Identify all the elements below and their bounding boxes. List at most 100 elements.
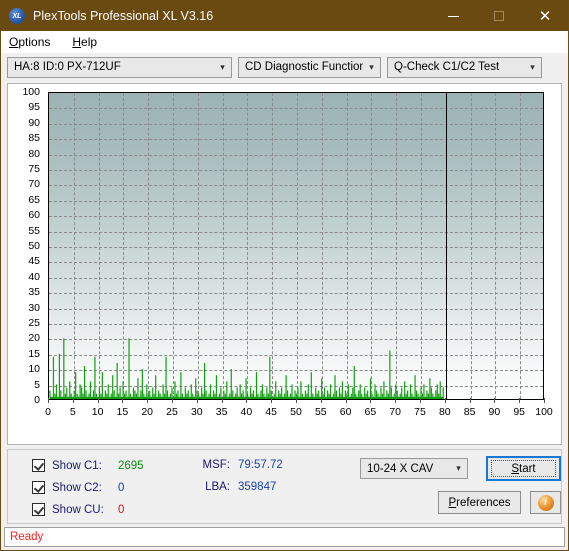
show-cu-checkbox[interactable] <box>32 503 45 516</box>
x-tick-label: 20 <box>141 406 154 418</box>
chevron-down-icon: ▾ <box>220 61 225 72</box>
minimize-icon <box>447 15 459 17</box>
preferences-button[interactable]: Preferences <box>438 491 521 514</box>
y-tick-label: 30 <box>28 301 40 314</box>
x-tick-label: 100 <box>535 406 553 418</box>
x-tick-mark <box>271 398 273 403</box>
title-bar: XL PlexTools Professional XL V3.16 ✕ <box>1 1 568 31</box>
speed-select-value: 10-24 X CAV <box>367 462 434 475</box>
x-tick-label: 65 <box>364 406 377 418</box>
x-tick-label: 90 <box>488 406 501 418</box>
x-tick-mark <box>221 398 223 403</box>
x-tick-label: 45 <box>265 406 278 418</box>
function-select-value: CD Diagnostic Functions <box>245 61 363 73</box>
x-tick-label: 30 <box>190 406 203 418</box>
x-tick-mark <box>122 398 124 403</box>
menu-bar: Options Help <box>1 31 568 53</box>
x-tick-label: 60 <box>339 406 352 418</box>
status-bar: Ready <box>4 527 565 547</box>
test-select[interactable]: Q-Check C1/C2 Test ▾ <box>387 56 542 78</box>
start-button[interactable]: Start <box>486 456 561 481</box>
series-c1 <box>49 338 444 399</box>
application-window: XL PlexTools Professional XL V3.16 ✕ Opt… <box>0 0 569 551</box>
end-of-disc-marker <box>445 93 447 399</box>
minimize-button[interactable] <box>430 1 476 31</box>
info-icon: i <box>537 494 554 511</box>
test-select-value: Q-Check C1/C2 Test <box>394 61 500 73</box>
show-c1-row[interactable]: Show C1: 2695 <box>32 459 178 472</box>
controls-panel: Show C1: 2695 Show C2: 0 Show CU: 0 MSF:… <box>7 449 562 524</box>
y-tick-label: 65 <box>28 193 40 206</box>
show-cu-row[interactable]: Show CU: 0 <box>32 503 178 516</box>
chevron-down-icon: ▾ <box>530 61 535 72</box>
x-tick-mark <box>420 398 421 403</box>
y-tick-label: 80 <box>28 147 40 160</box>
preferences-button-label: Preferences <box>448 496 511 509</box>
close-button[interactable]: ✕ <box>522 1 568 31</box>
toolbar: HA:8 ID:0 PX-712UF ▾ CD Diagnostic Funct… <box>1 53 568 81</box>
y-tick-label: 100 <box>22 86 40 98</box>
cu-error-count: 0 <box>118 503 125 516</box>
menu-item-options[interactable]: Options <box>7 33 58 51</box>
x-tick-mark <box>469 398 471 403</box>
c2-error-count: 0 <box>118 481 125 494</box>
xl-logo-icon: XL <box>9 8 25 24</box>
x-tick-mark <box>320 398 322 403</box>
show-c1-checkbox[interactable] <box>32 459 45 472</box>
x-tick-mark <box>246 398 248 403</box>
x-tick-mark <box>519 398 521 403</box>
speed-select[interactable]: 10-24 X CAV ▾ <box>360 458 468 479</box>
show-c1-label: Show C1: <box>52 459 102 472</box>
y-tick-label: 50 <box>28 240 40 252</box>
maximize-button[interactable] <box>476 1 522 31</box>
plot-box <box>48 92 544 400</box>
y-tick-label: 35 <box>28 286 40 299</box>
x-tick-label: 80 <box>438 406 451 418</box>
lba-label: LBA: <box>205 481 230 493</box>
x-tick-label: 10 <box>91 406 104 418</box>
y-tick-label: 75 <box>28 163 40 175</box>
show-c2-checkbox[interactable] <box>32 481 45 494</box>
start-button-label: Start <box>511 462 536 475</box>
x-tick-label: 35 <box>215 406 228 418</box>
window-title: PlexTools Professional XL V3.16 <box>33 9 214 23</box>
x-tick-mark <box>444 398 446 403</box>
msf-label: MSF: <box>202 459 230 471</box>
c1-error-trace <box>49 338 444 399</box>
function-select[interactable]: CD Diagnostic Functions ▾ <box>238 56 381 78</box>
lba-readout: LBA: 359847 <box>194 481 276 493</box>
drive-select-value: HA:8 ID:0 PX-712UF <box>14 61 121 73</box>
chart-panel: 0 5 10 15 20 25 30 35 40 45 50 55 60 65 70 75 80 85 90 95 10… <box>7 83 562 445</box>
msf-readout: MSF: 79:57.72 <box>194 459 283 471</box>
y-tick-label: 5 <box>34 378 40 391</box>
y-tick-label: 15 <box>28 347 40 360</box>
plot-area <box>48 92 544 400</box>
close-icon: ✕ <box>538 7 552 25</box>
menu-item-help[interactable]: Help <box>70 33 105 51</box>
drive-select[interactable]: HA:8 ID:0 PX-712UF ▾ <box>7 56 232 78</box>
info-button[interactable]: i <box>530 491 561 514</box>
start-button-inner: Start <box>491 460 556 477</box>
y-tick-label: 0 <box>34 394 40 406</box>
x-tick-mark <box>196 398 198 403</box>
show-c2-row[interactable]: Show C2: 0 <box>32 481 178 494</box>
x-tick-label: 40 <box>240 406 253 418</box>
x-tick-mark <box>72 398 74 403</box>
y-tick-label: 60 <box>28 209 40 222</box>
y-tick-label: 25 <box>28 317 40 329</box>
x-tick-mark <box>172 398 173 403</box>
show-cu-label: Show CU: <box>52 503 104 516</box>
x-tick-mark <box>97 398 99 403</box>
x-tick-label: 0 <box>45 406 51 418</box>
x-tick-label: 15 <box>116 406 129 418</box>
x-tick-label: 95 <box>513 406 526 418</box>
y-axis-labels: 0 5 10 15 20 25 30 35 40 45 50 55 60 65 70 75 80 85 90 95 10… <box>8 86 44 406</box>
x-tick-mark <box>147 398 149 403</box>
y-tick-label: 55 <box>28 224 40 237</box>
x-axis-labels: 0 5 10 15 20 25 30 35 40 45 50 55 60 65 70 75 80 85 90 95 10… <box>45 398 553 424</box>
x-tick-label: 55 <box>314 406 327 418</box>
y-tick-label: 95 <box>28 101 40 114</box>
c1-error-count: 2695 <box>118 459 144 472</box>
x-tick-mark <box>345 398 347 403</box>
y-tick-label: 90 <box>28 116 40 129</box>
